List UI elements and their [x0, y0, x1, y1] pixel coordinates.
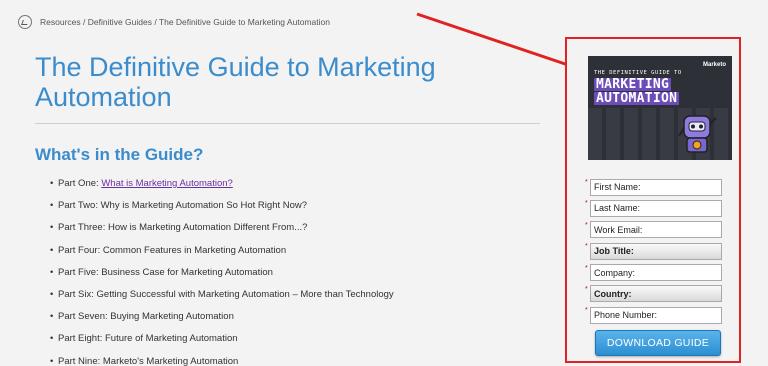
first-name-field[interactable]: [590, 178, 722, 196]
download-form-panel: Marketo THE DEFINITIVE GUIDE TO MARKETIN…: [565, 37, 741, 363]
job-title-select-wrap: *: [585, 241, 722, 260]
bullet-icon: •: [50, 244, 54, 256]
country-select[interactable]: [590, 285, 722, 303]
first-name-field-wrap: *: [585, 177, 722, 196]
required-marker: *: [585, 243, 588, 251]
required-marker: *: [585, 307, 588, 315]
company-field-wrap: *: [585, 263, 722, 282]
work-email-field[interactable]: [590, 221, 722, 239]
required-marker: *: [585, 221, 588, 229]
part-label: Part One:: [58, 178, 99, 189]
page-title: The Definitive Guide to Marketing Automa…: [35, 52, 505, 112]
list-item: • Part Six: Getting Successful with Marke…: [50, 288, 394, 310]
country-select-wrap: *: [585, 284, 722, 303]
required-marker: *: [585, 264, 588, 272]
part-label: Part Four: Common Features in Marketing …: [58, 244, 287, 256]
bullet-icon: •: [50, 355, 54, 366]
part-one-link[interactable]: What is Marketing Automation?: [101, 177, 232, 199]
robot-mascot-icon: [678, 115, 717, 153]
required-marker: *: [585, 200, 588, 208]
list-item: • Part Two: Why is Marketing Automation S…: [50, 199, 394, 221]
cover-brand: Marketo: [702, 62, 726, 68]
bullet-icon: •: [50, 288, 54, 300]
part-label: Part Five: Business Case for Marketing A…: [58, 266, 273, 278]
download-guide-button[interactable]: DOWNLOAD GUIDE: [595, 330, 721, 356]
chart-icon: [18, 15, 32, 29]
part-label: Part Nine: Marketo's Marketing Automatio…: [58, 355, 239, 366]
list-item: • Part Five: Business Case for Marketing …: [50, 266, 394, 288]
required-marker: *: [585, 179, 588, 186]
bullet-icon: •: [50, 178, 54, 189]
page-title-line2: Automation: [35, 82, 172, 112]
list-item: • Part Seven: Buying Marketing Automation: [50, 310, 394, 332]
phone-number-field[interactable]: [590, 306, 722, 324]
bullet-icon: •: [50, 333, 54, 345]
part-label: Part Seven: Buying Marketing Automation: [58, 311, 234, 323]
guide-heading: What's in the Guide?: [35, 145, 204, 164]
work-email-field-wrap: *: [585, 220, 722, 239]
cover-big-title: MARKETING AUTOMATION: [594, 77, 680, 106]
cover-big-line2: AUTOMATION: [594, 91, 680, 106]
job-title-select[interactable]: [590, 242, 722, 260]
part-label: Part Two: Why is Marketing Automation So…: [58, 200, 308, 212]
divider: [35, 123, 540, 124]
guide-parts-list: • Part One: What is Marketing Automation?…: [50, 177, 394, 366]
page-title-line1: The Definitive Guide to Marketing: [35, 52, 436, 82]
cover-big-line1: MARKETING: [594, 77, 672, 92]
list-item: • Part Eight: Future of Marketing Automat…: [50, 332, 394, 354]
required-marker: *: [585, 285, 588, 293]
phone-number-field-wrap: *: [585, 305, 722, 324]
last-name-field[interactable]: [590, 199, 722, 217]
breadcrumb-text[interactable]: Resources / Definitive Guides / The Defi…: [40, 17, 330, 27]
part-label: Part Three: How is Marketing Automation …: [58, 222, 308, 234]
cover-small-title: THE DEFINITIVE GUIDE TO: [594, 70, 682, 76]
lead-form: * * * * * * *: [585, 177, 722, 327]
company-field[interactable]: [590, 264, 722, 282]
bullet-icon: •: [50, 200, 54, 212]
breadcrumb: Resources / Definitive Guides / The Defi…: [18, 14, 330, 30]
bullet-icon: •: [50, 266, 54, 278]
list-item: • Part Three: How is Marketing Automation…: [50, 221, 394, 243]
list-item: • Part Four: Common Features in Marketing…: [50, 244, 394, 266]
part-label: Part Six: Getting Successful with Market…: [58, 288, 394, 300]
list-item: • Part One: What is Marketing Automation?: [50, 177, 394, 199]
bullet-icon: •: [50, 222, 54, 234]
bullet-icon: •: [50, 311, 54, 323]
list-item: • Part Nine: Marketo's Marketing Automati…: [50, 355, 394, 366]
part-label: Part Eight: Future of Marketing Automati…: [58, 333, 238, 345]
guide-cover-image: Marketo THE DEFINITIVE GUIDE TO MARKETIN…: [588, 56, 732, 160]
last-name-field-wrap: *: [585, 198, 722, 217]
